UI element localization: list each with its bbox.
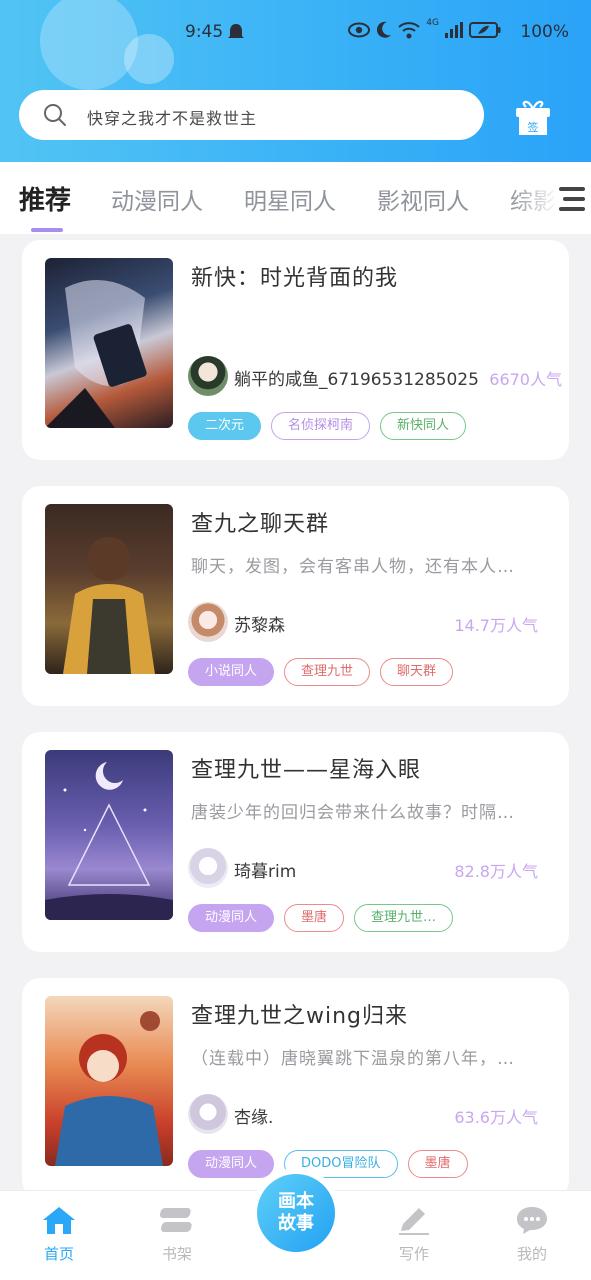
story-cover: [45, 750, 173, 920]
story-cover: [45, 504, 173, 674]
moon-icon: [377, 21, 392, 38]
story-card[interactable]: 查理九世——星海入眼 唐装少年的回归会带来什么故事？时隔… 琦暮rim 82.8…: [22, 732, 569, 952]
tag-list: 动漫同人 墨唐 查理九世…: [188, 904, 454, 932]
tag-list: 小说同人 查理九世 聊天群: [188, 658, 454, 686]
nav-home-label: 首页: [43, 1245, 74, 1263]
story-tag[interactable]: 名侦探柯南: [271, 412, 371, 440]
story-tag[interactable]: 查理九世: [284, 658, 371, 686]
author-avatar[interactable]: [188, 602, 228, 642]
signal-icon: [445, 22, 463, 38]
story-card[interactable]: 查九之聊天群 聊天，发图，会有客串人物，还有本人… 苏黎森 14.7万人气 小说…: [22, 486, 569, 706]
story-tag[interactable]: 聊天群: [380, 658, 454, 686]
category-tabs: 推荐 动漫同人 明星同人 影视同人 综影: [0, 162, 591, 234]
author-row: 苏黎森 14.7万人气: [188, 602, 558, 642]
nav-bookshelf-label: 书架: [161, 1245, 192, 1263]
gift-icon: 签: [516, 100, 550, 135]
story-title: 新快：时光背面的我: [191, 266, 399, 291]
nav-me[interactable]: 我的: [497, 1205, 567, 1264]
center-label-line2: 故事: [278, 1213, 314, 1234]
checkin-button[interactable]: 签: [513, 100, 553, 140]
author-avatar[interactable]: [188, 1094, 228, 1134]
author-row: 琦暮rim 82.8万人气: [188, 848, 558, 888]
story-tag[interactable]: 墨唐: [407, 1150, 468, 1178]
tab-film-fanfic[interactable]: 影视同人: [377, 182, 469, 216]
popularity: 63.6万人气: [454, 1108, 538, 1127]
picture-story-button[interactable]: 画本 故事: [251, 1168, 341, 1258]
story-tag[interactable]: 小说同人: [188, 658, 275, 686]
story-cover: [45, 258, 173, 428]
popularity: 82.8万人气: [454, 862, 538, 881]
nav-write[interactable]: 写作: [379, 1205, 449, 1264]
center-label-line1: 画本: [278, 1191, 314, 1212]
story-tag[interactable]: 动漫同人: [188, 904, 275, 932]
search-placeholder: 快穿之我才不是救世主: [87, 109, 258, 128]
system-icons: 4G: [348, 18, 501, 39]
tab-indicator: [31, 228, 63, 232]
story-title: 查九之聊天群: [191, 512, 330, 537]
nav-bookshelf[interactable]: 书架: [142, 1205, 212, 1264]
author-avatar[interactable]: [188, 356, 228, 396]
story-tag[interactable]: 查理九世…: [354, 904, 454, 932]
author-name[interactable]: 苏黎森: [234, 611, 285, 636]
search-icon: [44, 104, 66, 126]
story-card[interactable]: 新快：时光背面的我 躺平的咸鱼_67196531285025 6670人气 二次…: [22, 240, 569, 460]
story-tag[interactable]: 二次元: [188, 412, 262, 440]
wifi-icon: [398, 22, 420, 39]
author-name[interactable]: 琦暮rim: [234, 857, 296, 882]
tag-list: 动漫同人 DODO冒险队 墨唐: [188, 1150, 468, 1178]
author-name[interactable]: 躺平的咸鱼_67196531285025: [234, 365, 479, 390]
author-name[interactable]: 杏缘.: [234, 1103, 273, 1128]
battery-icon: [469, 22, 501, 38]
status-time: 9:45: [185, 22, 224, 42]
tab-anime-fanfic[interactable]: 动漫同人: [111, 182, 203, 216]
pencil-icon: [399, 1208, 429, 1235]
story-description: 聊天，发图，会有客串人物，还有本人…: [191, 557, 515, 577]
story-title: 查理九世之wing归来: [191, 1004, 409, 1029]
nav-me-label: 我的: [516, 1245, 547, 1263]
nav-write-label: 写作: [398, 1245, 429, 1263]
home-icon: [43, 1207, 75, 1234]
story-tag[interactable]: 墨唐: [284, 904, 345, 932]
author-row: 杏缘. 63.6万人气: [188, 1094, 558, 1134]
category-menu-icon[interactable]: [551, 184, 585, 214]
author-avatar[interactable]: [188, 848, 228, 888]
story-description: （连载中）唐晓翼跳下温泉的第八年，…: [191, 1049, 515, 1069]
story-cover: [45, 996, 173, 1166]
story-tag[interactable]: 新快同人: [380, 412, 467, 440]
status-bar: 9:45 4G 100%: [0, 18, 591, 48]
author-row: 躺平的咸鱼_67196531285025 6670人气: [188, 356, 562, 396]
nav-home[interactable]: 首页: [24, 1205, 94, 1264]
story-tag[interactable]: 动漫同人: [188, 1150, 275, 1178]
network-type: 4G: [426, 18, 439, 28]
tag-list: 二次元 名侦探柯南 新快同人: [188, 412, 467, 440]
picture-story-inner: 画本 故事: [257, 1174, 335, 1252]
tab-recommend[interactable]: 推荐: [19, 180, 71, 217]
app-header: 9:45 4G 100% 快穿之我才不是救世主 签: [0, 0, 591, 162]
story-title: 查理九世——星海入眼: [191, 758, 422, 783]
popularity: 14.7万人气: [454, 616, 538, 635]
bookshelf-icon: [160, 1208, 192, 1232]
story-card[interactable]: 查理九世之wing归来 （连载中）唐晓翼跳下温泉的第八年，… 杏缘. 63.6万…: [22, 978, 569, 1198]
tab-celebrity-fanfic[interactable]: 明星同人: [244, 182, 336, 216]
search-bar[interactable]: 快穿之我才不是救世主: [19, 90, 484, 140]
battery-percent: 100%: [520, 22, 569, 42]
checkin-label: 签: [528, 120, 539, 134]
story-description: 唐装少年的回归会带来什么故事？时隔…: [191, 803, 515, 823]
popularity: 6670人气: [489, 370, 562, 389]
ghost-notification-icon: [228, 24, 244, 38]
chat-bubble-icon: [517, 1207, 547, 1234]
eye-icon: [348, 22, 371, 38]
